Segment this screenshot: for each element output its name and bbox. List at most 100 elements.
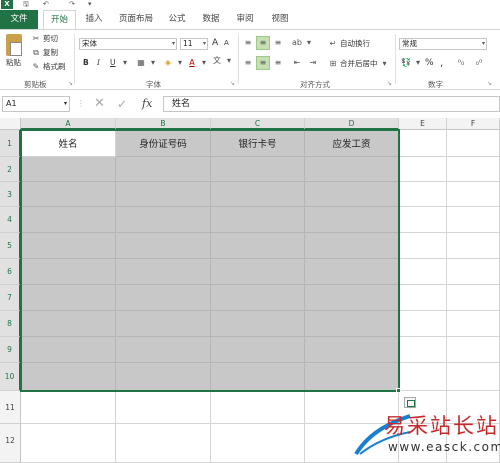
name-box[interactable]: A1 ▾ (2, 96, 70, 112)
grid-cell[interactable] (305, 157, 399, 182)
paste-button[interactable]: 粘贴 (6, 57, 21, 68)
grid-cell[interactable] (21, 424, 116, 463)
grid-cell[interactable] (447, 259, 500, 285)
alignment-launcher-icon[interactable]: ↘ (387, 80, 392, 87)
grid-cell[interactable] (447, 207, 500, 233)
tab-review[interactable]: 审阅 (231, 10, 259, 29)
copy-button[interactable]: ⧉ 复制 (31, 47, 58, 58)
tab-insert[interactable]: 插入 (79, 10, 109, 29)
grid-cell[interactable] (447, 182, 500, 207)
formula-input[interactable]: 姓名 (163, 96, 500, 112)
merge-center-button[interactable]: ⊞ 合并后居中 ▾ (328, 58, 390, 69)
grid-cell[interactable] (211, 363, 305, 391)
row-header-4[interactable]: 4 (0, 207, 21, 233)
grid-cell[interactable] (116, 424, 211, 463)
grid-cell[interactable] (211, 207, 305, 233)
tab-data[interactable]: 数据 (197, 10, 225, 29)
grid-cell[interactable] (399, 337, 447, 363)
grid-cell[interactable] (116, 233, 211, 259)
grow-font-button[interactable]: A (212, 38, 218, 48)
wrap-text-button[interactable]: ↵ 自动换行 (328, 38, 370, 49)
row-header-10[interactable]: 10 (0, 363, 21, 391)
grid-cell[interactable] (399, 259, 447, 285)
save-icon[interactable]: 🖫 (23, 0, 29, 9)
grid-cell[interactable] (399, 363, 447, 391)
grid-cell[interactable] (399, 207, 447, 233)
shrink-font-button[interactable]: A (224, 39, 229, 47)
row-header-5[interactable]: 5 (0, 233, 21, 259)
phonetic-button[interactable]: 文 ▾ (212, 56, 234, 66)
underline-dropdown[interactable]: ▾ (120, 58, 130, 68)
grid-cell[interactable] (447, 157, 500, 182)
font-launcher-icon[interactable]: ↘ (230, 80, 235, 87)
align-middle-button[interactable]: ≡ (256, 36, 270, 50)
row-header-6[interactable]: 6 (0, 259, 21, 285)
tab-home[interactable]: 开始 (43, 10, 76, 30)
align-bottom-button[interactable]: ≡ (273, 38, 283, 48)
cell-e1[interactable] (399, 130, 447, 157)
cell-c1[interactable]: 银行卡号 (211, 130, 305, 157)
fill-color-button[interactable]: ◈ ▾ (163, 58, 185, 68)
grid-cell[interactable] (305, 182, 399, 207)
font-name-combo[interactable]: 宋体 ▾ (79, 38, 177, 50)
align-left-button[interactable]: ≡ (243, 58, 253, 68)
grid-cell[interactable] (399, 182, 447, 207)
decrease-decimal-button[interactable]: ₀⁰ (474, 58, 484, 68)
grid-cell[interactable] (116, 182, 211, 207)
underline-button[interactable]: U (110, 58, 116, 67)
grid-cell[interactable] (447, 285, 500, 311)
grid-cell[interactable] (305, 259, 399, 285)
cell-d1[interactable]: 应发工资 (305, 130, 399, 157)
redo-icon[interactable]: ↷ (69, 0, 75, 9)
grid-cell[interactable] (447, 233, 500, 259)
grid-cell[interactable] (21, 391, 116, 424)
grid-cell[interactable] (211, 311, 305, 337)
number-format-combo[interactable]: 常规 ▾ (399, 38, 487, 50)
cancel-icon[interactable]: ✕ (94, 96, 105, 112)
row-header-3[interactable]: 3 (0, 182, 21, 207)
italic-button[interactable]: I (97, 58, 100, 67)
enter-icon[interactable]: ✓ (117, 96, 127, 112)
grid-cell[interactable] (21, 285, 116, 311)
grid-cell[interactable] (211, 233, 305, 259)
paste-icon[interactable] (6, 34, 22, 56)
grid-cell[interactable] (305, 337, 399, 363)
grid-cell[interactable] (116, 207, 211, 233)
grid-cell[interactable] (211, 285, 305, 311)
grid-cell[interactable] (116, 391, 211, 424)
font-color-button[interactable]: A ▾ (187, 58, 209, 68)
grid-cell[interactable] (116, 157, 211, 182)
grid-cell[interactable] (116, 259, 211, 285)
column-header-d[interactable]: D (305, 118, 399, 130)
row-header-2[interactable]: 2 (0, 157, 21, 182)
grid-cell[interactable] (305, 311, 399, 337)
grid-cell[interactable] (447, 363, 500, 391)
clipboard-launcher-icon[interactable]: ↘ (68, 80, 73, 87)
grid-cell[interactable] (211, 259, 305, 285)
insert-function-button[interactable]: fx (142, 96, 152, 112)
grid-cell[interactable] (21, 182, 116, 207)
grid-cell[interactable] (447, 337, 500, 363)
grid-cell[interactable] (305, 207, 399, 233)
grid-cell[interactable] (399, 285, 447, 311)
increase-indent-button[interactable]: ⇥ (308, 58, 318, 68)
row-header-1[interactable]: 1 (0, 130, 21, 157)
grid-cell[interactable] (211, 337, 305, 363)
tab-view[interactable]: 视图 (266, 10, 294, 29)
grid-cell[interactable] (305, 233, 399, 259)
grid-cell[interactable] (116, 363, 211, 391)
grid-cell[interactable] (447, 311, 500, 337)
cell-a1[interactable]: 姓名 (21, 130, 116, 157)
grid-cell[interactable] (116, 311, 211, 337)
cut-button[interactable]: ✂ 剪切 (31, 33, 58, 44)
column-header-c[interactable]: C (211, 118, 305, 130)
grid-cell[interactable] (211, 182, 305, 207)
grid-cell[interactable] (21, 157, 116, 182)
column-header-b[interactable]: B (116, 118, 211, 130)
grid-cell[interactable] (21, 337, 116, 363)
align-top-button[interactable]: ≡ (243, 38, 253, 48)
decrease-indent-button[interactable]: ⇤ (292, 58, 302, 68)
tab-file[interactable]: 文件 (0, 10, 38, 29)
font-size-combo[interactable]: 11 ▾ (180, 38, 208, 50)
grid-cell[interactable] (399, 157, 447, 182)
